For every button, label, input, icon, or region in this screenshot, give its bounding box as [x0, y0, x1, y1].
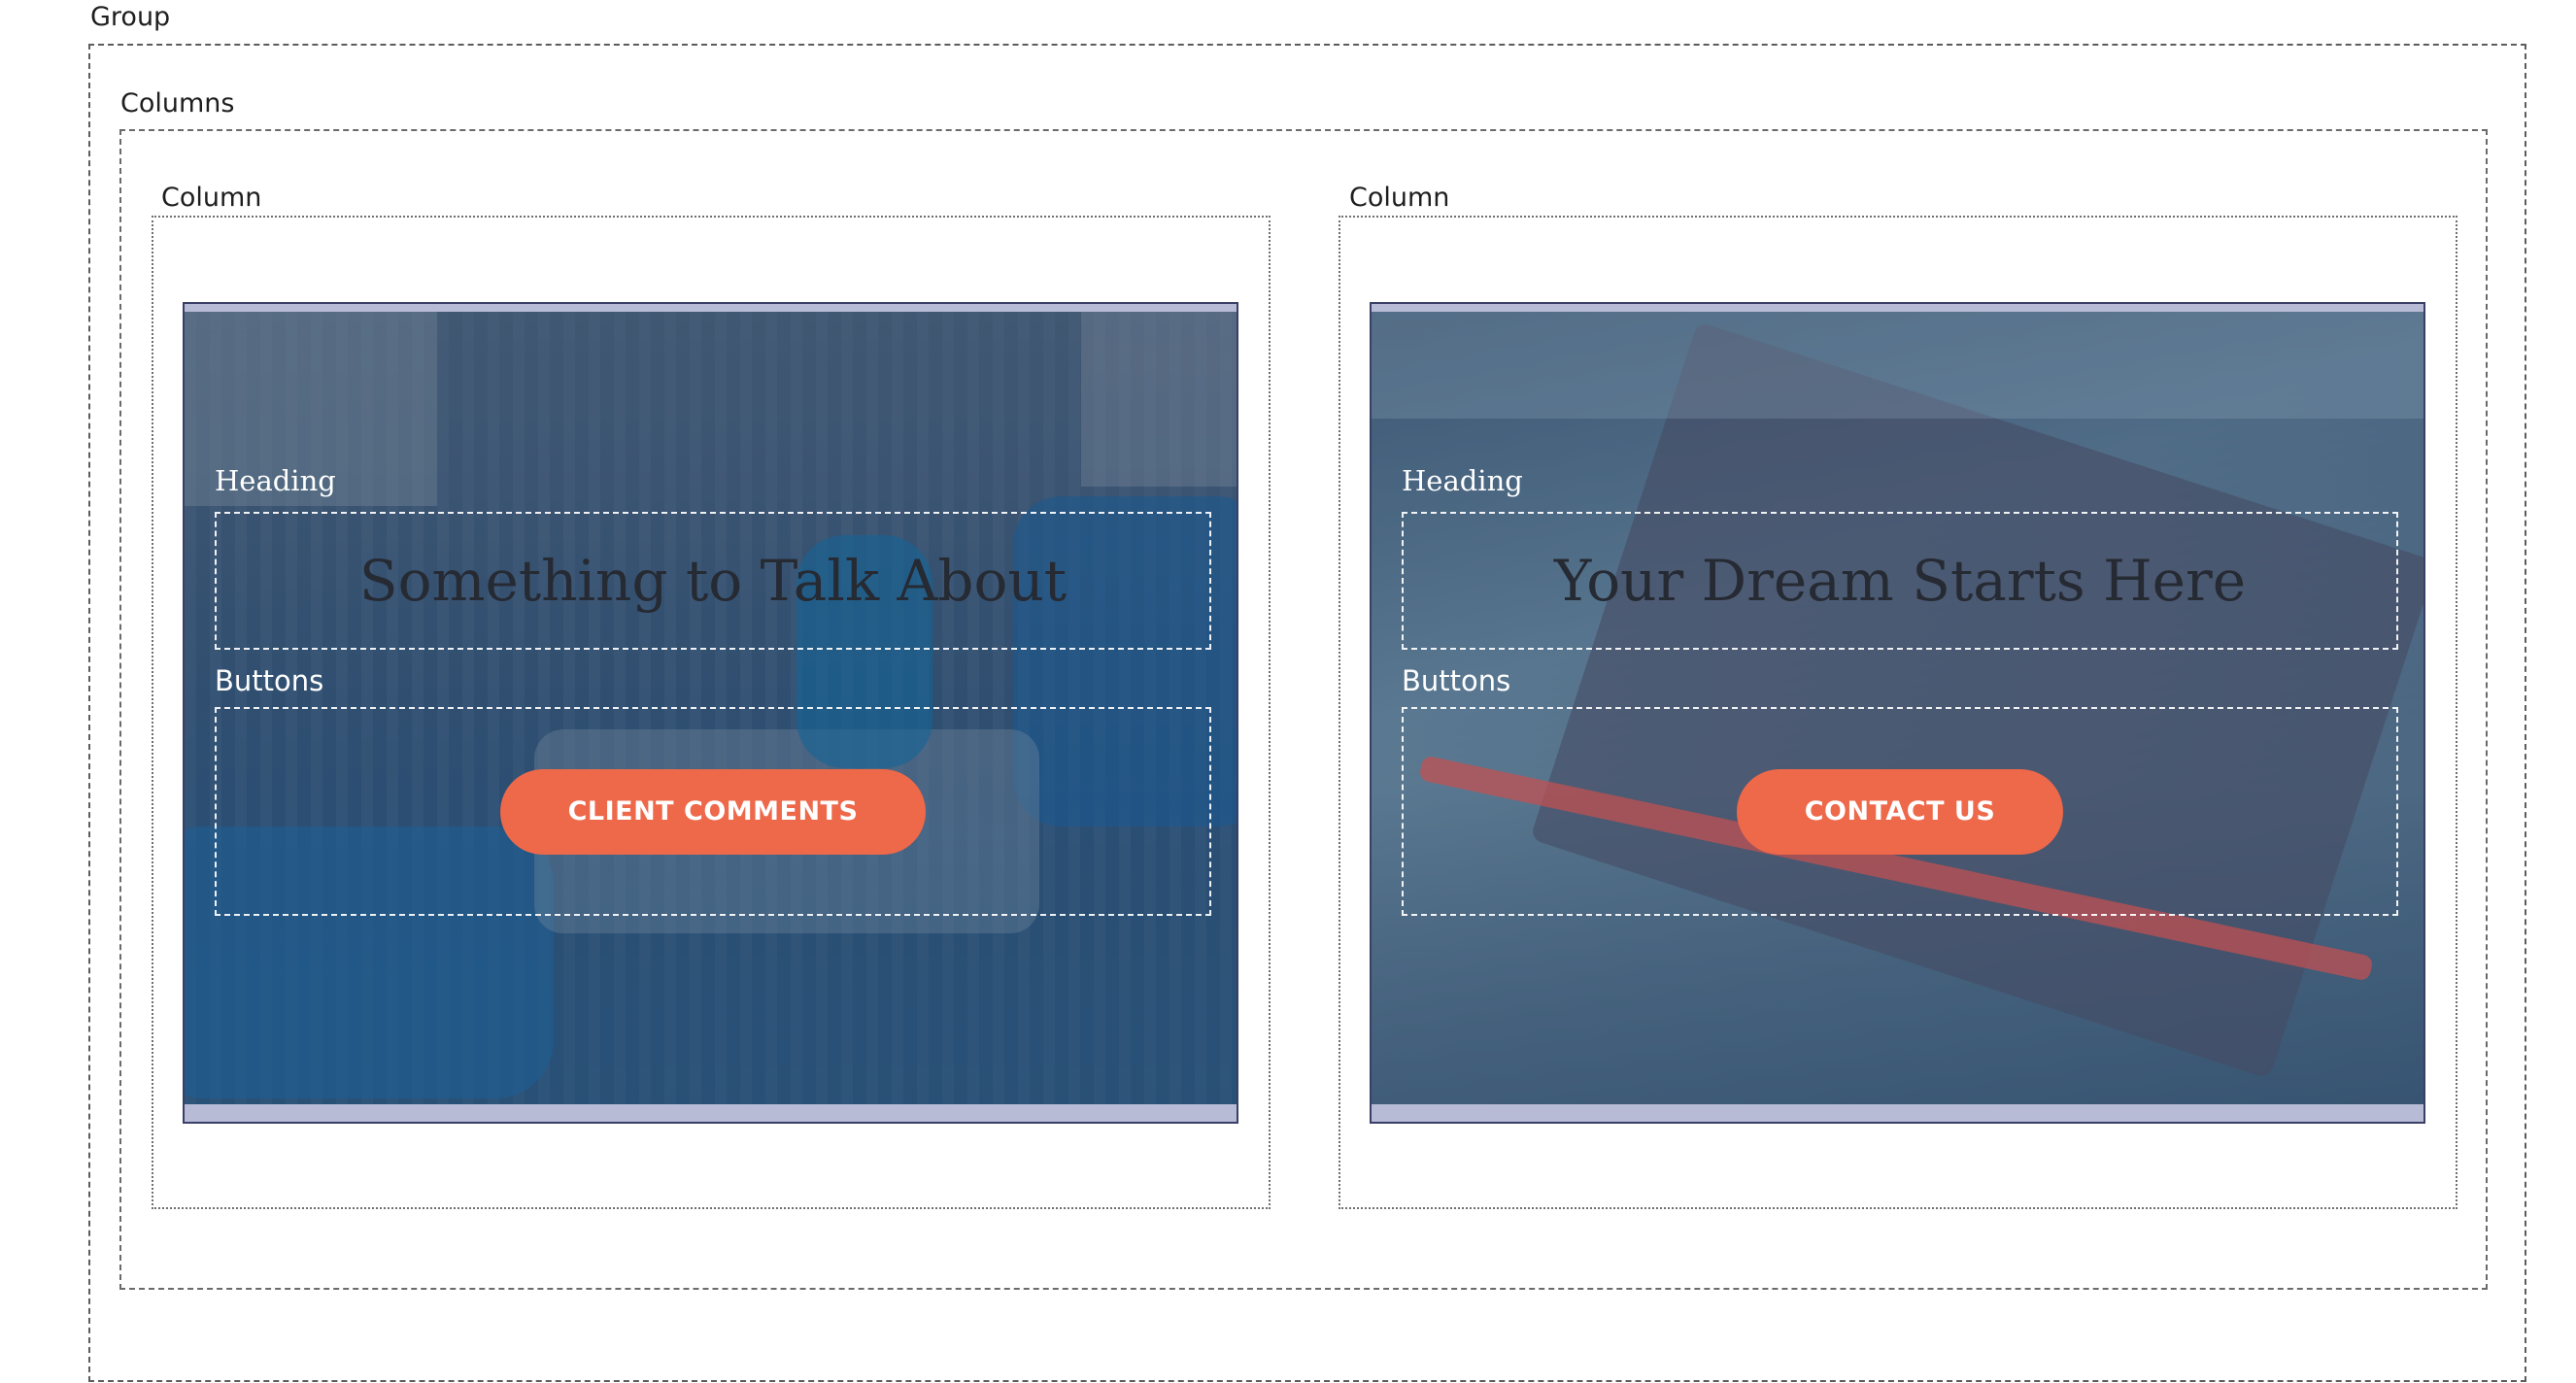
buttons-2-block-label[interactable]: Buttons	[1402, 667, 1510, 695]
heading-1-text[interactable]: Something to Talk About	[217, 514, 1209, 648]
cover-2-highlight-shape	[1372, 312, 2423, 419]
cover-2-book-shape	[1530, 321, 2423, 1079]
contact-us-button[interactable]: CONTACT US	[1736, 768, 2064, 855]
column-2-label[interactable]: Column	[1349, 185, 1449, 211]
cover-1-block-label[interactable]: Cover	[188, 312, 256, 339]
client-comments-button[interactable]: CLIENT COMMENTS	[499, 768, 927, 855]
heading-2-block-label[interactable]: Heading	[1402, 467, 1523, 495]
columns-block-label[interactable]: Columns	[120, 90, 234, 117]
heading-2-text[interactable]: Your Dream Starts Here	[1404, 514, 2396, 648]
buttons-1-block-label[interactable]: Buttons	[215, 667, 323, 695]
heading-2-block-outline[interactable]: Your Dream Starts Here	[1402, 512, 2398, 650]
cover-block-2[interactable]: Cover Heading Your Dream Starts Here But…	[1370, 302, 2425, 1124]
heading-1-block-label[interactable]: Heading	[215, 467, 336, 495]
cover-1-window-shape-right	[1081, 312, 1237, 487]
buttons-1-block-outline[interactable]: CLIENT COMMENTS	[215, 707, 1211, 916]
group-block-label[interactable]: Group	[90, 4, 170, 30]
cover-2-block-label[interactable]: Cover	[1375, 312, 1443, 339]
heading-1-block-outline[interactable]: Something to Talk About	[215, 512, 1211, 650]
column-1-label[interactable]: Column	[161, 185, 261, 211]
cover-block-1[interactable]: Cover Heading Something to Talk About Bu…	[183, 302, 1238, 1124]
buttons-2-block-outline[interactable]: CONTACT US	[1402, 707, 2398, 916]
